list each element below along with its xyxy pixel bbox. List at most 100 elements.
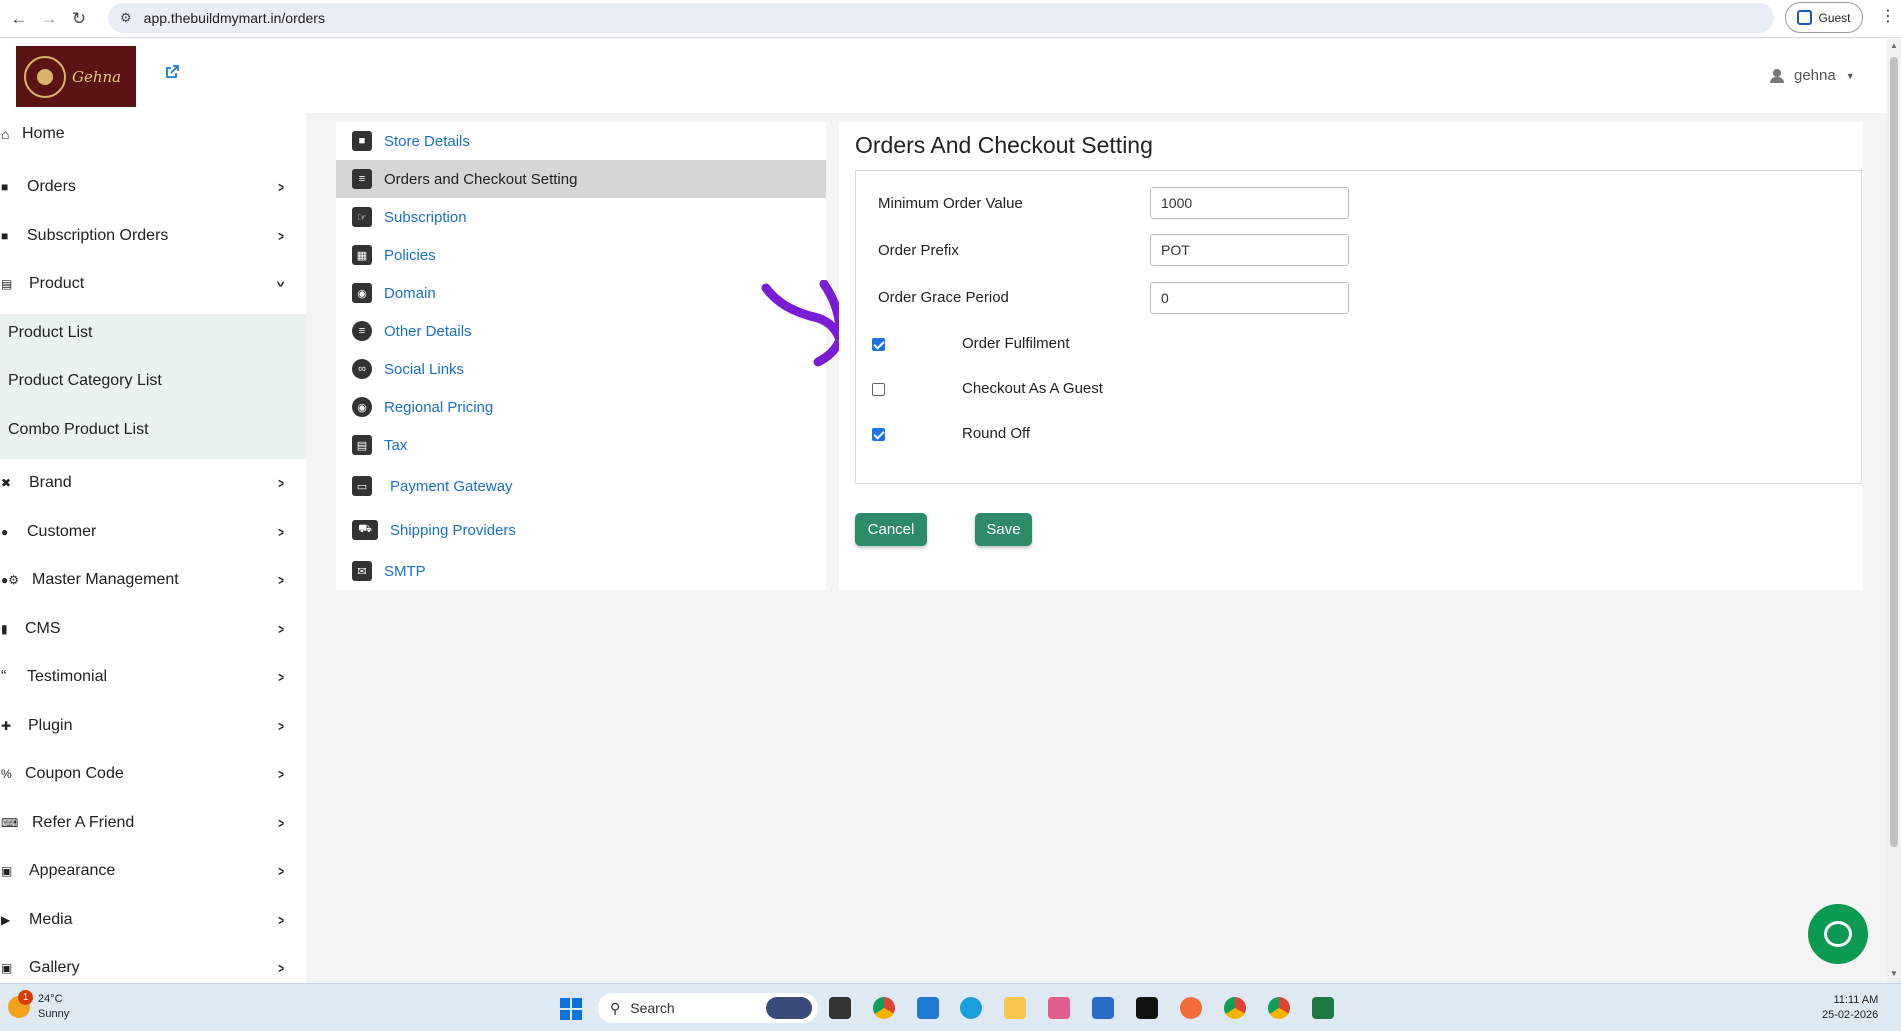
order-fulfilment-checkbox[interactable]	[872, 338, 885, 351]
checkout-as-guest-checkbox[interactable]	[872, 383, 885, 396]
app-icon[interactable]	[1136, 997, 1158, 1019]
windows-taskbar: 1 24°C Sunny ⚲ Search 11:11 AM 25-02-202…	[0, 983, 1901, 1031]
person-icon: ●	[1, 525, 9, 539]
file-explorer-icon[interactable]	[1004, 997, 1026, 1019]
bag-icon: ■	[1, 180, 9, 194]
external-link-icon[interactable]	[164, 64, 180, 80]
weather-widget[interactable]: 1 24°C Sunny	[8, 990, 69, 1022]
settings-item-policies[interactable]: ▦ Policies	[336, 236, 826, 274]
scroll-up-icon[interactable]: ▲	[1890, 41, 1898, 50]
settings-item-regional-pricing[interactable]: ◉ Regional Pricing	[336, 388, 826, 426]
settings-item-orders-checkout[interactable]: ≡ Orders and Checkout Setting	[336, 160, 826, 198]
sidebar-item-refer-a-friend[interactable]: ⌨ Refer A Friend >	[0, 803, 306, 843]
settings-item-label: Store Details	[384, 132, 470, 150]
scroll-down-icon[interactable]: ▼	[1890, 969, 1898, 978]
settings-item-label: Domain	[384, 284, 436, 302]
sidebar-item-brand[interactable]: ✖ Brand >	[0, 463, 306, 503]
submenu-item-product-list[interactable]: Product List	[0, 313, 306, 353]
vscode-icon[interactable]	[917, 997, 939, 1019]
guest-label: Guest	[1818, 10, 1851, 25]
sidebar-item-label: Media	[29, 911, 73, 928]
sidebar-item-label: Testimonial	[27, 668, 108, 685]
globe-icon: ◉	[352, 283, 372, 303]
clock-time: 11:11 AM	[1833, 994, 1879, 1006]
puzzle-icon: ✚	[1, 719, 12, 733]
settings-item-shipping-providers[interactable]: ⛟ Shipping Providers	[336, 511, 826, 549]
chrome-icon[interactable]	[1224, 997, 1246, 1019]
temperature: 24°C	[38, 993, 63, 1005]
minimum-order-value-input[interactable]	[1150, 187, 1349, 219]
windows-start-icon[interactable]	[560, 998, 582, 1020]
submenu-item-product-category-list[interactable]: Product Category List	[0, 361, 306, 401]
submenu-item-combo-product-list[interactable]: Combo Product List	[0, 410, 306, 450]
page-scrollbar[interactable]: ▲ ▼	[1887, 39, 1901, 983]
back-icon[interactable]: ←	[8, 8, 30, 30]
order-prefix-input[interactable]	[1150, 234, 1349, 266]
chevron-right-icon: >	[278, 863, 284, 879]
edge-icon[interactable]	[960, 997, 982, 1019]
settings-item-subscription[interactable]: ☞ Subscription	[336, 198, 826, 236]
address-bar[interactable]: ⚙ app.thebuildmymart.in/orders	[108, 3, 1774, 33]
sidebar-item-label: CMS	[25, 620, 61, 637]
sidebar-item-orders[interactable]: ■ Orders >	[0, 167, 306, 207]
truck-icon: ⛟	[352, 520, 378, 540]
notepad-icon[interactable]	[1092, 997, 1114, 1019]
settings-item-domain[interactable]: ◉ Domain	[336, 274, 826, 312]
browser-toolbar: ← → ↻ ⚙ app.thebuildmymart.in/orders Gue…	[0, 0, 1901, 38]
settings-item-other-details[interactable]: ≡ Other Details	[336, 312, 826, 350]
sidebar-item-plugin[interactable]: ✚ Plugin >	[0, 706, 306, 746]
submenu-item-label: Combo Product List	[8, 421, 149, 438]
settings-item-payment-gateway[interactable]: ▭ Payment Gateway	[336, 467, 826, 505]
quote-icon: “	[1, 668, 7, 685]
postman-icon[interactable]	[1180, 997, 1202, 1019]
sidebar-item-appearance[interactable]: ▣ Appearance >	[0, 851, 306, 891]
snipping-tool-icon[interactable]	[1048, 997, 1070, 1019]
system-clock[interactable]: 11:11 AM 25-02-2026	[1822, 993, 1878, 1023]
settings-item-store-details[interactable]: ■ Store Details	[336, 122, 826, 160]
sidebar-item-cms[interactable]: ▮ CMS >	[0, 609, 306, 649]
sidebar-item-subscription-orders[interactable]: ■ Subscription Orders >	[0, 216, 306, 256]
chrome-icon[interactable]	[873, 997, 895, 1019]
sidebar-item-customer[interactable]: ● Customer >	[0, 512, 306, 552]
round-off-label: Round Off	[962, 425, 1031, 442]
payment-icon: ▭	[352, 476, 372, 496]
settings-item-tax[interactable]: ▤ Tax	[336, 426, 826, 464]
guest-profile-button[interactable]: Guest	[1785, 2, 1863, 33]
taskbar-search[interactable]: ⚲ Search	[598, 993, 818, 1023]
settings-item-social-links[interactable]: ∞ Social Links	[336, 350, 826, 388]
order-grace-period-input[interactable]	[1150, 282, 1349, 314]
settings-item-smtp[interactable]: ✉ SMTP	[336, 552, 826, 590]
sidebar-item-gallery[interactable]: ▣ Gallery >	[0, 948, 306, 988]
app-header: Gehna gehna ▼	[0, 39, 1901, 113]
sidebar-item-product[interactable]: ▤ Product >	[0, 264, 306, 304]
sidebar-item-label: Brand	[29, 474, 72, 491]
sidebar-item-coupon-code[interactable]: % Coupon Code >	[0, 754, 306, 794]
sidebar-item-label: Master Management	[32, 571, 179, 588]
save-button[interactable]: Save	[975, 513, 1032, 546]
user-menu[interactable]: gehna ▼	[1770, 67, 1855, 84]
scroll-thumb[interactable]	[1890, 57, 1898, 847]
sidebar-item-home[interactable]: ⌂ Home	[0, 114, 306, 154]
site-settings-icon[interactable]: ⚙	[120, 10, 132, 26]
browser-menu-icon[interactable]: ⋮	[1880, 6, 1896, 26]
search-highlight-image	[766, 997, 812, 1019]
cancel-button[interactable]: Cancel	[855, 513, 927, 546]
forward-icon[interactable]: →	[38, 8, 60, 30]
sidebar-item-media[interactable]: ▶ Media >	[0, 900, 306, 940]
chat-widget-button[interactable]	[1808, 904, 1868, 964]
round-off-checkbox[interactable]	[872, 428, 885, 441]
reload-icon[interactable]: ↻	[68, 8, 90, 30]
settings-item-label: Payment Gateway	[390, 477, 513, 495]
chrome-icon[interactable]	[1268, 997, 1290, 1019]
sidebar-item-label: Customer	[27, 523, 97, 540]
excel-icon[interactable]	[1312, 997, 1334, 1019]
regional-pricing-icon: ◉	[352, 397, 372, 417]
chevron-right-icon: >	[278, 475, 284, 491]
sidebar-item-master-management[interactable]: ●⚙ Master Management >	[0, 560, 306, 600]
task-view-icon[interactable]	[829, 997, 851, 1019]
sidebar-item-label: Home	[22, 125, 65, 142]
minimum-order-value-label: Minimum Order Value	[878, 195, 1023, 212]
sidebar-item-testimonial[interactable]: “ Testimonial >	[0, 657, 306, 697]
store-logo[interactable]: Gehna	[16, 46, 136, 107]
settings-item-label: Orders and Checkout Setting	[384, 170, 578, 188]
